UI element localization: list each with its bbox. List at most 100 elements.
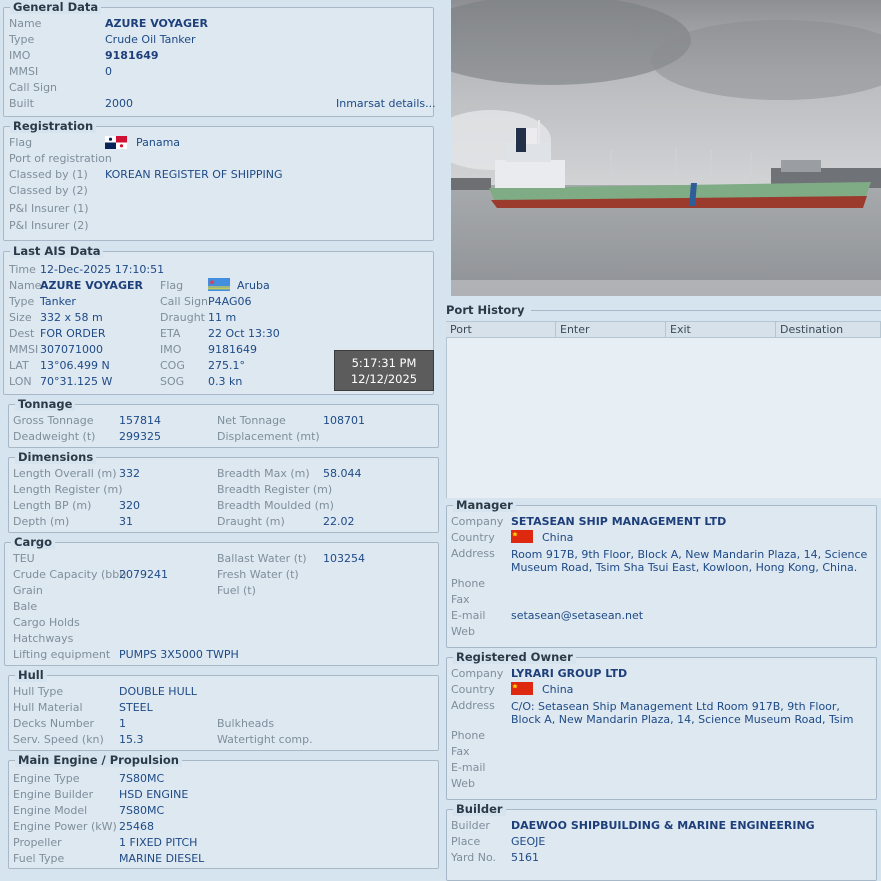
vessel-photo <box>451 0 881 296</box>
ais-mmsi-value: 307071000 <box>40 343 103 356</box>
manager-phone-label: Phone <box>451 577 486 590</box>
hull-type-value: DOUBLE HULL <box>119 685 197 698</box>
gross-tonnage-label: Gross Tonnage <box>13 414 94 427</box>
manager-company-value: SETASEAN SHIP MANAGEMENT LTD <box>511 515 727 528</box>
ais-mmsi-label: MMSI <box>9 343 39 356</box>
engine-type-label: Engine Type <box>13 772 80 785</box>
ais-size-value: 332 x 58 m <box>40 311 103 324</box>
teu-label: TEU <box>13 552 35 565</box>
inmarsat-details-link[interactable]: Inmarsat details... <box>336 97 436 111</box>
enter-column-header[interactable]: Enter <box>556 322 666 338</box>
owner-address-label: Address <box>451 699 495 712</box>
length-bp-value: 320 <box>119 499 140 512</box>
port-column-header[interactable]: Port <box>446 322 556 338</box>
ais-sog-value: 0.3 kn <box>208 375 243 388</box>
lifting-equipment-value: PUMPS 3X5000 TWPH <box>119 648 239 661</box>
manager-country-value: China <box>542 531 574 544</box>
classed-by-1-label: Classed by (1) <box>9 168 88 181</box>
place-label: Place <box>451 835 481 848</box>
ballast-water-label: Ballast Water (t) <box>217 552 307 565</box>
type-value: Crude Oil Tanker <box>105 33 196 46</box>
manager-company-label: Company <box>451 515 504 528</box>
general-data-panel: General Data Name AZURE VOYAGER Type Cru… <box>3 0 436 117</box>
engine-type-value: 7S80MC <box>119 772 165 785</box>
draught-label: Draught (m) <box>217 515 285 528</box>
draught-value: 22.02 <box>323 515 355 528</box>
ais-time-value: 12-Dec-2025 17:10:51 <box>40 263 165 276</box>
ais-imo-label: IMO <box>160 343 182 356</box>
propeller-label: Propeller <box>13 836 62 849</box>
owner-address-value: C/O: Setasean Ship Management Ltd Room 9… <box>511 700 854 726</box>
tonnage-title: Tonnage <box>15 397 76 411</box>
manager-panel: Manager Company SETASEAN SHIP MANAGEMENT… <box>446 498 877 648</box>
dimensions-panel: Dimensions Length Overall (m) 332 Length… <box>8 450 439 533</box>
engine-power-value: 25468 <box>119 820 154 833</box>
manager-address-value: Room 917B, 9th Floor, Block A, New Manda… <box>511 548 868 574</box>
engine-builder-label: Engine Builder <box>13 788 94 801</box>
ais-cog-value: 275.1° <box>208 359 245 372</box>
place-value: GEOJE <box>511 835 546 848</box>
clock-tooltip: 5:17:31 PM 12/12/2025 <box>334 350 434 391</box>
ais-size-label: Size <box>9 311 32 324</box>
manager-email-link[interactable]: setasean@setasean.net <box>511 609 643 623</box>
yard-no-value: 5161 <box>511 851 539 864</box>
exit-column-header[interactable]: Exit <box>666 322 776 338</box>
ais-title: Last AIS Data <box>10 244 104 258</box>
owner-fax-label: Fax <box>451 745 470 758</box>
owner-country-value: China <box>542 683 574 696</box>
port-history-title: Port History <box>446 303 525 317</box>
serv-speed-label: Serv. Speed (kn) <box>13 733 104 746</box>
port-history-table[interactable] <box>446 321 881 498</box>
ais-cog-label: COG <box>160 359 185 372</box>
engine-power-label: Engine Power (kW) <box>13 820 117 833</box>
ais-type-label: Type <box>9 295 35 308</box>
ais-flag-label: Flag <box>160 279 184 292</box>
ais-dest-value: FOR ORDER <box>40 327 106 340</box>
ais-type-value: Tanker <box>40 295 76 308</box>
name-label: Name <box>9 17 42 30</box>
mmsi-value: 0 <box>105 65 112 78</box>
fuel-type-label: Fuel Type <box>13 852 65 865</box>
decks-number-value: 1 <box>119 717 126 730</box>
grain-label: Grain <box>13 584 43 597</box>
length-overall-value: 332 <box>119 467 140 480</box>
classed-by-1-value: KOREAN REGISTER OF SHIPPING <box>105 168 283 181</box>
length-register-label: Length Register (m) <box>13 483 123 496</box>
ais-dest-label: Dest <box>9 327 35 340</box>
ais-draught-value: 11 m <box>208 311 237 324</box>
engine-model-label: Engine Model <box>13 804 88 817</box>
deadweight-label: Deadweight (t) <box>13 430 96 443</box>
manager-fax-label: Fax <box>451 593 470 606</box>
length-bp-label: Length BP (m) <box>13 499 92 512</box>
owner-web-label: Web <box>451 777 475 790</box>
flag-label: Flag <box>9 136 33 149</box>
owner-company-label: Company <box>451 667 504 680</box>
gross-tonnage-value: 157814 <box>119 414 161 427</box>
builder-label: Builder <box>451 819 490 832</box>
ais-sog-label: SOG <box>160 375 185 388</box>
ais-draught-label: Draught <box>160 311 205 324</box>
net-tonnage-value: 108701 <box>323 414 365 427</box>
breadth-max-value: 58.044 <box>323 467 362 480</box>
depth-value: 31 <box>119 515 133 528</box>
owner-phone-label: Phone <box>451 729 486 742</box>
hull-material-label: Hull Material <box>13 701 83 714</box>
call-sign-label: Call Sign <box>9 81 58 94</box>
destination-column-header[interactable]: Destination <box>776 322 881 338</box>
panama-flag-icon <box>105 136 127 149</box>
displacement-label: Displacement (mt) <box>217 430 320 443</box>
china-flag-icon <box>511 530 533 543</box>
net-tonnage-label: Net Tonnage <box>217 414 286 427</box>
builder-title: Builder <box>453 802 506 816</box>
cargo-panel: Cargo TEU Crude Capacity (bbl) 2079241 G… <box>4 535 439 666</box>
fuel-label: Fuel (t) <box>217 584 256 597</box>
lifting-equipment-label: Lifting equipment <box>13 648 111 661</box>
fresh-water-label: Fresh Water (t) <box>217 568 299 581</box>
manager-web-label: Web <box>451 625 475 638</box>
ais-name-label: Name <box>9 279 42 292</box>
owner-country-label: Country <box>451 683 495 696</box>
builder-panel: Builder Builder DAEWOO SHIPBUILDING & MA… <box>446 802 877 881</box>
classed-by-2-label: Classed by (2) <box>9 184 88 197</box>
fuel-type-value: MARINE DIESEL <box>119 852 205 865</box>
bale-label: Bale <box>13 600 38 613</box>
